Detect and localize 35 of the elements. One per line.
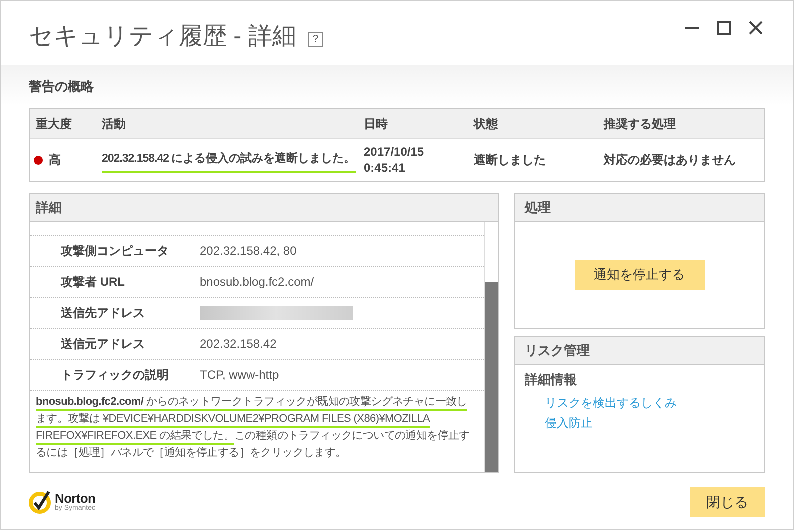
table-cell: 遮断しました	[474, 153, 546, 167]
window-title: セキュリティ履歴 - 詳細	[29, 22, 296, 52]
column-header: 重大度	[36, 116, 72, 130]
column-header: 推奨する処理	[604, 116, 676, 130]
field-label: 攻撃者 URL	[61, 275, 125, 289]
field-label: 攻撃側コンピュータ	[61, 244, 169, 258]
close-icon[interactable]	[749, 21, 763, 35]
field-value: 202.32.158.42, 80	[200, 243, 297, 260]
maximize-icon[interactable]	[717, 21, 731, 35]
checkmark-logo-icon	[29, 490, 53, 514]
scrollbar-thumb[interactable]	[485, 282, 498, 472]
subsection-title: 詳細情報	[525, 371, 577, 389]
field-label: 送信先アドレス	[61, 306, 145, 320]
logo-name: Norton	[55, 492, 96, 505]
table-cell-text: 高	[49, 152, 61, 169]
field-value: TCP, www-http	[200, 367, 280, 384]
column-header: 日時	[364, 116, 388, 130]
stop-notification-button[interactable]: 通知を停止する	[574, 260, 704, 290]
panel-title: 詳細	[36, 198, 62, 217]
close-button[interactable]: 閉じる	[690, 487, 765, 517]
field-label: 送信元アドレス	[61, 337, 145, 351]
field-label: トラフィックの説明	[61, 368, 169, 382]
panel-title: 処理	[525, 198, 551, 217]
table-cell: 対応の必要はありません	[604, 153, 736, 167]
column-header: 状態	[474, 116, 498, 130]
scrollbar[interactable]	[484, 222, 498, 472]
field-value: 202.32.158.42	[200, 336, 277, 353]
column-header: 活動	[102, 116, 126, 130]
table-cell: 202.32.158.42 による侵入の試みを遮断しました。	[102, 151, 356, 173]
section-title: 警告の概略	[29, 78, 95, 96]
field-value: bnosub.blog.fc2.com/	[200, 274, 314, 291]
panel-title: リスク管理	[525, 342, 590, 360]
table-cell-text: 2017/10/15 0:45:41	[364, 144, 426, 176]
help-button[interactable]: ?	[308, 32, 324, 46]
description-text: bnosub.blog.fc2.com/ からのネットワークトラフィックが既知の攻撃シグネチャに一致します。攻撃は ¥DEVICE¥HARDDISKVOLUME2¥PROGRAM FILES (X86)¥MOZILLA FIREFOX¥FIREFOX.EXE の結果でした。この種類のトラフィックについての通知を停止するには［処理］パネルで［通知を停止する］をクリックします。	[35, 395, 471, 461]
